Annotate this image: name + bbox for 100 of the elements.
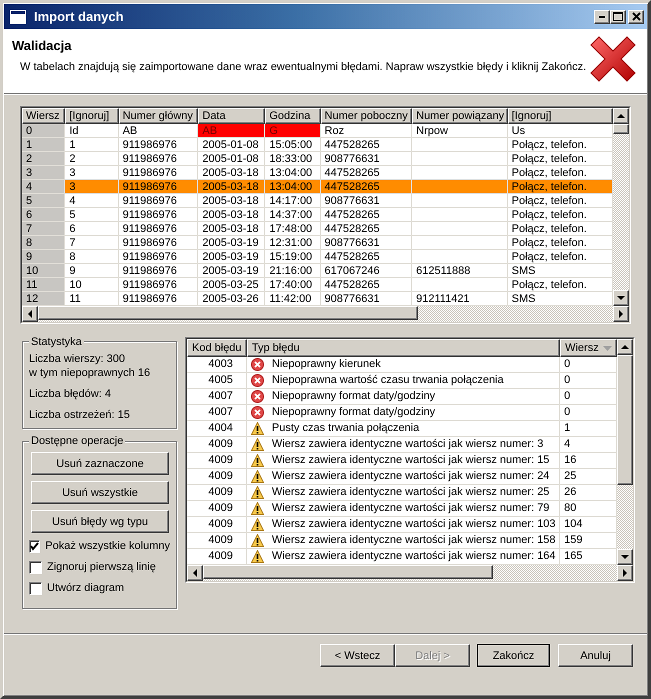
error-message: Pusty czas trwania połączenia <box>272 421 420 436</box>
down-arrow-icon <box>617 296 625 300</box>
table-cell: 617067246 <box>320 264 412 278</box>
table-cell: 10 <box>65 278 119 292</box>
error-code: 4009 <box>208 485 233 500</box>
row-number: 10 <box>22 264 66 278</box>
row-number: 0 <box>564 373 570 388</box>
table-cell: 2005-03-25 <box>198 278 266 292</box>
close-icon <box>632 12 640 21</box>
table-cell: 2005-01-08 <box>198 152 266 166</box>
window-title: Import danych <box>34 9 125 24</box>
table-cell: 17:48:00 <box>265 222 321 236</box>
scrollbar-thumb[interactable] <box>613 124 629 134</box>
row-number: 104 <box>564 517 582 532</box>
scrollbar-thumb[interactable] <box>617 355 633 485</box>
row-number: 80 <box>564 501 576 516</box>
scrollbar-thumb[interactable] <box>38 306 418 320</box>
column-header[interactable]: Godzina <box>265 108 321 124</box>
column-header[interactable]: [Ignoruj] <box>508 108 613 124</box>
error-code: 4003 <box>208 357 233 372</box>
table-cell: 2005-03-19 <box>198 236 266 250</box>
table-cell: 908776631 <box>320 236 412 250</box>
error-code: 4009 <box>208 549 233 564</box>
horizontal-scrollbar[interactable] <box>187 565 633 581</box>
error-message: Niepoprawny format daty/godziny <box>272 389 436 404</box>
checkbox[interactable] <box>29 540 40 552</box>
action-button[interactable]: Usuń wszystkie <box>31 481 169 504</box>
vertical-scrollbar[interactable] <box>617 339 633 565</box>
error-message: Wiersz zawiera identyczne wartości jak wiersz numer: 103 <box>272 517 556 532</box>
column-header[interactable]: Numer poboczny <box>320 108 412 124</box>
error-code: 4009 <box>208 501 233 516</box>
table-cell: 911986976 <box>118 264 198 278</box>
error-code: 4009 <box>208 437 233 452</box>
error-message: Niepoprawna wartość czasu trwania połączenia <box>272 373 504 388</box>
column-header[interactable]: Kod błędu <box>187 339 247 357</box>
up-arrow-icon <box>621 345 629 349</box>
table-cell: 911986976 <box>118 278 198 292</box>
checkbox[interactable] <box>29 582 42 594</box>
table-cell: 911986976 <box>118 180 198 194</box>
row-number: 7 <box>22 222 66 236</box>
table-cell: 2005-03-18 <box>198 194 266 208</box>
vertical-scrollbar[interactable] <box>613 108 629 306</box>
table-cell: 2 <box>65 152 119 166</box>
column-header[interactable]: Numer główny <box>118 108 198 124</box>
close-button[interactable] <box>628 10 644 24</box>
column-header[interactable]: Numer powiązany <box>412 108 508 124</box>
table-cell: 911986976 <box>118 138 198 152</box>
row-number: 1 <box>564 421 570 436</box>
row-number: 2 <box>22 152 66 166</box>
table-cell: 1 <box>65 138 119 152</box>
error-code: 4007 <box>208 405 233 420</box>
row-number: 1 <box>22 138 66 152</box>
table-cell: 908776631 <box>320 194 412 208</box>
row-number: 0 <box>564 405 570 420</box>
error-message: Wiersz zawiera identyczne wartości jak wiersz numer: 15 <box>272 453 550 468</box>
table-cell: 9 <box>65 264 119 278</box>
wizard-button[interactable]: Anuluj <box>558 644 633 667</box>
table-cell: 911986976 <box>118 250 198 264</box>
error-code: 4005 <box>208 373 233 388</box>
group-title: Statystyka <box>29 335 84 349</box>
wizard-button[interactable]: < Wstecz <box>320 644 395 667</box>
action-button[interactable]: Usuń zaznaczone <box>31 452 169 475</box>
table-cell: 447528265 <box>320 180 412 194</box>
row-number: 6 <box>22 208 66 222</box>
table-cell: 14:17:00 <box>265 194 321 208</box>
statistic-text: Liczba błędów: 4 <box>29 387 112 401</box>
table-cell: Połącz, telefon. <box>508 180 613 194</box>
error-message: Wiersz zawiera identyczne wartości jak wiersz numer: 164 <box>272 549 556 564</box>
row-number: 9 <box>22 250 66 264</box>
error-message: Wiersz zawiera identyczne wartości jak wiersz numer: 158 <box>272 533 556 548</box>
checkbox-label: Utwórz diagram <box>47 582 124 594</box>
scrollbar-thumb[interactable] <box>203 565 493 579</box>
table-cell: 2005-03-18 <box>198 180 266 194</box>
table-cell: Roz <box>320 124 412 138</box>
table-cell: 447528265 <box>320 138 412 152</box>
left-arrow-icon <box>28 310 32 318</box>
table-cell: 612511888 <box>412 264 508 278</box>
table-cell: 2005-03-18 <box>198 222 266 236</box>
table-cell: 15:05:00 <box>265 138 321 152</box>
wizard-button[interactable]: Zakończ <box>477 644 550 667</box>
statistic-text: w tym niepoprawnych 16 <box>29 366 152 380</box>
horizontal-scrollbar[interactable] <box>22 306 629 322</box>
column-header[interactable]: Typ błędu <box>246 339 560 357</box>
table-cell: 447528265 <box>320 250 412 264</box>
table-cell: 2005-03-19 <box>198 264 266 278</box>
row-number: 0 <box>22 124 66 138</box>
row-number: 12 <box>22 292 66 306</box>
row-number: 0 <box>564 389 570 404</box>
minimize-button[interactable] <box>594 10 610 24</box>
checkbox-label: Zignoruj pierwszą linię <box>47 561 156 573</box>
table-cell: 2005-01-08 <box>198 138 266 152</box>
column-header[interactable]: Wiersz <box>560 339 617 357</box>
checkbox[interactable] <box>29 560 42 574</box>
action-button[interactable]: Usuń błędy wg typu <box>31 510 169 533</box>
column-header[interactable]: Data <box>198 108 266 124</box>
row-number: 8 <box>22 236 66 250</box>
row-number: 3 <box>22 166 66 180</box>
row-number: 25 <box>564 469 576 484</box>
column-header[interactable]: Wiersz <box>22 108 66 124</box>
column-header[interactable]: [Ignoruj] <box>65 108 119 124</box>
